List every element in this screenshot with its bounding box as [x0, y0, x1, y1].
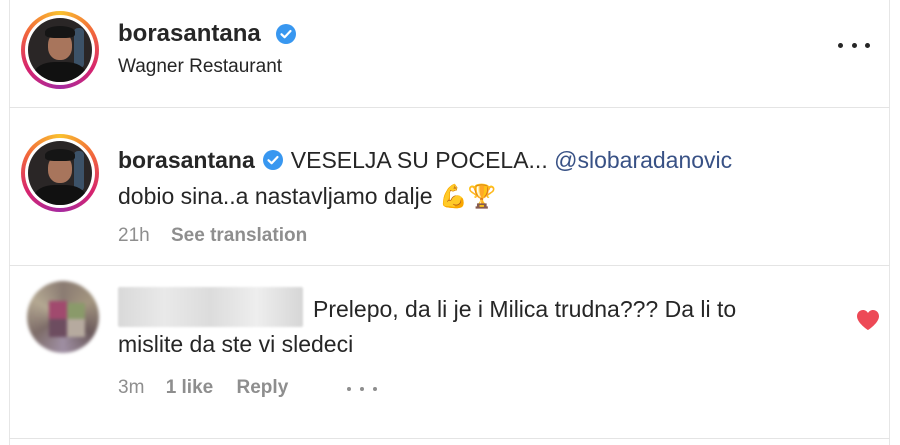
- caption-first-line: borasantana VESELJA SU POCELA... @slobar…: [118, 147, 732, 174]
- see-translation-button[interactable]: See translation: [171, 225, 307, 246]
- verified-badge-icon: [276, 24, 296, 44]
- bottom-divider: [9, 438, 890, 439]
- post-location[interactable]: Wagner Restaurant: [118, 56, 282, 78]
- caption-second-line: dobio sina..a nastavljamo dalje 💪🏆: [118, 183, 496, 210]
- avatar-photo: [28, 18, 92, 82]
- avatar-photo: [28, 141, 92, 205]
- comment-options-icon[interactable]: [347, 386, 377, 392]
- author-username[interactable]: borasantana: [118, 20, 261, 48]
- header-divider: [9, 107, 890, 108]
- more-options-icon[interactable]: [838, 40, 870, 50]
- caption-text: VESELJA SU POCELA...: [290, 147, 548, 173]
- mention-link[interactable]: @slobaradanovic: [554, 147, 732, 173]
- commenter-avatar[interactable]: [27, 281, 99, 353]
- caption-text-continued: dobio sina..a nastavljamo dalje: [118, 183, 433, 209]
- comment-time[interactable]: 3m: [118, 377, 144, 398]
- caption-emoji: 💪🏆: [438, 183, 497, 209]
- comment-meta: 3m 1 like Reply: [118, 377, 288, 399]
- comment-likes[interactable]: 1 like: [166, 377, 214, 398]
- verified-badge-icon: [262, 150, 283, 170]
- caption-divider: [9, 265, 890, 266]
- heart-icon[interactable]: [856, 309, 880, 331]
- caption-meta: 21h See translation: [118, 225, 307, 247]
- commenter-username-blurred[interactable]: [118, 287, 303, 327]
- comment-text-line1: Prelepo, da li je i Milica trudna??? Da …: [313, 296, 737, 322]
- caption-time[interactable]: 21h: [118, 225, 150, 246]
- comment-text-line2: mislite da ste vi sledeci: [118, 331, 354, 357]
- author-avatar[interactable]: [21, 11, 99, 89]
- reply-button[interactable]: Reply: [237, 377, 289, 398]
- caption-author-avatar[interactable]: [21, 134, 99, 212]
- caption-username[interactable]: borasantana: [118, 147, 255, 173]
